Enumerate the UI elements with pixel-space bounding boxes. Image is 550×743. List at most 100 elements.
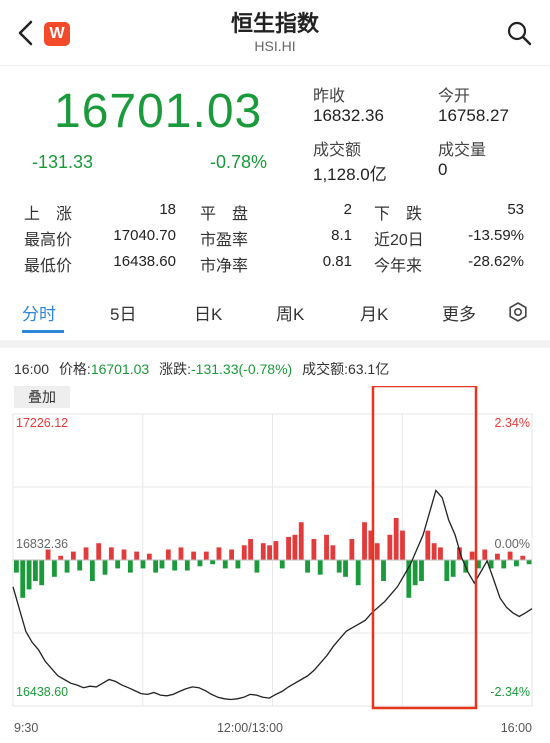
info-price-label: 价格: [58, 361, 91, 377]
tab-daily-k[interactable]: 日K [194, 300, 222, 325]
volume-bar [210, 560, 216, 565]
volume-bar [115, 560, 121, 569]
info-turnover-label: 成交额: [302, 361, 348, 377]
volume-bar [159, 560, 165, 569]
volume-bar [267, 545, 272, 560]
volume-bar [349, 539, 355, 560]
volume-bar [45, 549, 51, 560]
volume-bar [229, 549, 235, 560]
volume-bar [51, 560, 57, 577]
volume-bar [70, 551, 76, 560]
info-price: 16701.03 [90, 361, 150, 377]
tab-monthly-k[interactable]: 月K [360, 300, 388, 325]
volume-bar [127, 560, 133, 573]
d20-value: -13.59% [468, 227, 524, 244]
volume-bar [241, 545, 247, 560]
search-icon[interactable] [506, 20, 532, 46]
volume-bar [96, 543, 102, 560]
volume-bar [520, 555, 526, 560]
volume-bar [172, 560, 178, 571]
volume-bar [102, 560, 108, 575]
volume-bar [235, 560, 241, 569]
flat-count-label: 平 盘 [200, 206, 249, 223]
volume-bar [121, 549, 127, 560]
volume-label: 成交量 [438, 142, 487, 159]
info-change: -131.33(-0.78%) [191, 361, 293, 377]
tab-intraday[interactable]: 分时 [22, 300, 56, 325]
tab-weekly-k[interactable]: 周K [276, 300, 304, 325]
volume-bar [273, 541, 279, 560]
volume-bar [393, 518, 399, 560]
volume-bar [355, 560, 361, 586]
intraday-chart[interactable]: 17226.12 16832.36 16438.60 2.34% 0.00% -2.34%… [0, 384, 550, 743]
turnover-label: 成交额 [313, 142, 362, 159]
volume-bar [14, 560, 19, 573]
volume-bar [374, 543, 380, 560]
page-subtitle: HSI.HI [254, 38, 296, 54]
volume-bar [526, 560, 532, 565]
volume-bar [279, 560, 285, 569]
d20-label: 近20日 [374, 232, 424, 249]
volume-bar [20, 560, 26, 598]
volume-bar [178, 547, 184, 560]
price-change: -131.33 [32, 152, 94, 172]
x-label-open: 9:30 [14, 721, 38, 735]
tab-5day[interactable]: 5日 [110, 300, 136, 325]
pb-label: 市净率 [200, 258, 249, 275]
volume-bar [501, 560, 507, 569]
volume-bar [292, 534, 298, 560]
volume-bar [412, 560, 418, 586]
volume-bar [184, 560, 190, 571]
volume-bar [286, 536, 291, 560]
x-label-close: 16:00 [501, 721, 532, 735]
volume-bar [146, 553, 152, 560]
volume-bar [26, 560, 32, 590]
volume-bar [32, 560, 38, 581]
volume-bar [444, 560, 450, 581]
volume-bar [89, 560, 95, 581]
volume-bar [381, 560, 386, 581]
page-title: 恒生指数 [230, 11, 319, 36]
volume-bar [260, 543, 266, 560]
flat-count-value: 2 [343, 201, 352, 218]
volume-bar [406, 560, 412, 598]
y-label-pct-low: -2.34% [490, 685, 530, 699]
ytd-label: 今年来 [374, 258, 423, 275]
volume-bar [514, 560, 519, 567]
overlay-button[interactable]: 叠加 [14, 386, 70, 408]
current-price: 16701.03 [54, 85, 263, 138]
y-label-prev-close: 16832.36 [16, 537, 68, 551]
high-label: 最高价 [24, 232, 73, 249]
turnover-value: 1,128.0亿 [313, 165, 387, 184]
top-bar: W 恒生指数 HSI.HI [0, 0, 550, 66]
open-label: 今开 [438, 88, 471, 105]
volume-bar [482, 549, 488, 560]
volume-bar [431, 543, 437, 560]
y-label-high: 17226.12 [16, 416, 68, 430]
x-label-midday: 12:00/13:00 [217, 721, 283, 735]
gear-icon[interactable] [508, 302, 528, 322]
volume-bar [254, 560, 260, 573]
y-label-low: 16438.60 [16, 685, 68, 699]
open-value: 16758.27 [438, 106, 509, 125]
volume-bar [362, 522, 367, 560]
up-count-label: 上 涨 [24, 206, 73, 223]
volume-bar [330, 545, 336, 560]
tab-more[interactable]: 更多 [442, 300, 476, 325]
volume-bar [222, 560, 228, 569]
y-label-pct-high: 2.34% [495, 416, 530, 430]
ytd-value: -28.62% [468, 253, 524, 270]
low-value: 16438.60 [113, 253, 176, 270]
volume-bar [305, 560, 310, 573]
volume-bar [387, 534, 393, 560]
high-value: 17040.70 [113, 227, 176, 244]
volume-bar [83, 547, 89, 560]
pb-value: 0.81 [322, 253, 352, 270]
volume-bar [469, 551, 475, 560]
prev-close-value: 16832.36 [313, 106, 384, 125]
volume-bar [77, 560, 83, 571]
info-turnover: 63.1亿 [347, 361, 390, 377]
y-label-pct-zero: 0.00% [495, 537, 530, 551]
volume-bar [425, 530, 431, 560]
volume-bar [507, 551, 513, 560]
